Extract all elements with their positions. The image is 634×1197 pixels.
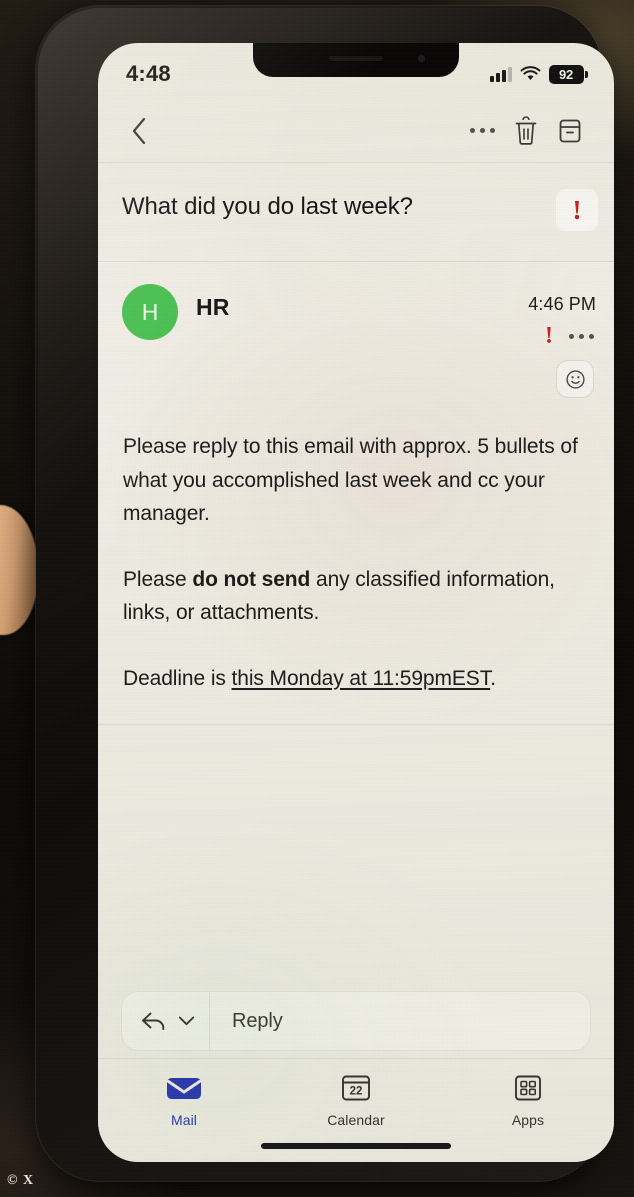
device-notch	[253, 43, 459, 77]
wifi-icon	[520, 66, 540, 81]
message-meta: 4:46 PM !	[528, 284, 596, 348]
cellular-bars-icon	[489, 66, 512, 82]
smiley-face-icon	[565, 369, 585, 389]
home-indicator[interactable]	[261, 1143, 451, 1149]
reply-mode-selector[interactable]	[122, 992, 210, 1050]
tab-apps[interactable]: Apps	[442, 1073, 614, 1128]
calendar-day-number: 22	[350, 1086, 363, 1098]
chevron-left-icon	[132, 117, 146, 144]
watermark: © X	[7, 1173, 35, 1188]
message-more-button[interactable]	[569, 333, 594, 339]
phone-screen: 4:48 92 What did you do last week? ! H H…	[98, 43, 614, 1162]
battery-tip	[585, 70, 588, 78]
status-bar-time: 4:48	[126, 61, 171, 86]
body-paragraph-1: Please reply to this email with approx. …	[123, 435, 578, 525]
grid-apps-icon	[515, 1075, 541, 1101]
reply-placeholder: Reply	[232, 1009, 283, 1032]
message-timestamp: 4:46 PM	[528, 294, 596, 314]
subject-text: What did you do last week?	[122, 193, 413, 220]
reply-input[interactable]: Reply	[122, 992, 590, 1050]
back-button[interactable]	[122, 114, 156, 148]
message-toolbar	[98, 99, 614, 163]
envelope-icon	[167, 1078, 201, 1099]
avatar-initial: H	[141, 298, 159, 325]
high-importance-badge[interactable]: !	[556, 189, 598, 231]
message-body: Please reply to this email with approx. …	[98, 398, 614, 695]
sender-name: HR	[196, 294, 230, 320]
p3-pre: Deadline is	[123, 666, 232, 690]
empty-scroll-area	[98, 725, 614, 1000]
tab-calendar-label: Calendar	[327, 1112, 385, 1128]
phone-device: 4:48 92 What did you do last week? ! H H…	[36, 6, 614, 1181]
earpiece-speaker	[329, 56, 383, 61]
delete-button[interactable]	[504, 109, 548, 153]
body-paragraph-3: Deadline is this Monday at 11:59pmEST.	[123, 662, 590, 696]
add-reaction-button[interactable]	[556, 360, 594, 398]
p2-pre: Please	[123, 567, 193, 591]
message-meta-actions: !	[545, 324, 596, 348]
tab-calendar[interactable]: 22 Calendar	[270, 1073, 442, 1128]
battery-percent-label: 92	[548, 64, 584, 84]
subject-row: What did you do last week? !	[98, 163, 614, 262]
p3-post: .	[490, 666, 496, 690]
body-paragraph-2: Please do not send any classified inform…	[123, 563, 590, 630]
front-camera	[418, 55, 425, 62]
p2-bold: do not send	[192, 567, 311, 591]
battery-icon: 92	[548, 64, 588, 84]
more-options-button[interactable]	[460, 109, 504, 153]
chevron-down-icon	[178, 1016, 195, 1026]
photograph-of-phone: 4:48 92 What did you do last week? ! H H…	[0, 0, 634, 1197]
exclamation-mark-icon: !	[545, 323, 553, 349]
reply-bar-wrap: Reply	[98, 992, 614, 1050]
body-divider	[98, 724, 614, 725]
tab-mail[interactable]: Mail	[98, 1073, 270, 1128]
exclamation-mark-icon: !	[572, 194, 582, 225]
thumb-holding-phone	[0, 505, 38, 635]
trash-icon	[515, 115, 537, 145]
status-bar-indicators: 92	[489, 64, 588, 84]
tab-mail-label: Mail	[170, 1112, 198, 1128]
more-horizontal-icon	[469, 128, 495, 133]
deadline-link[interactable]: this Monday at 11:59pmEST	[232, 667, 491, 690]
archive-button[interactable]	[548, 109, 592, 153]
tab-apps-label: Apps	[511, 1112, 545, 1128]
avatar[interactable]: H	[122, 284, 178, 340]
archive-box-icon	[559, 119, 581, 142]
calendar-icon: 22	[342, 1075, 370, 1101]
sender-block: HR	[196, 284, 528, 321]
reaction-row	[98, 348, 614, 398]
reply-arrow-icon	[142, 1012, 165, 1031]
message-header: H HR 4:46 PM !	[98, 262, 614, 348]
